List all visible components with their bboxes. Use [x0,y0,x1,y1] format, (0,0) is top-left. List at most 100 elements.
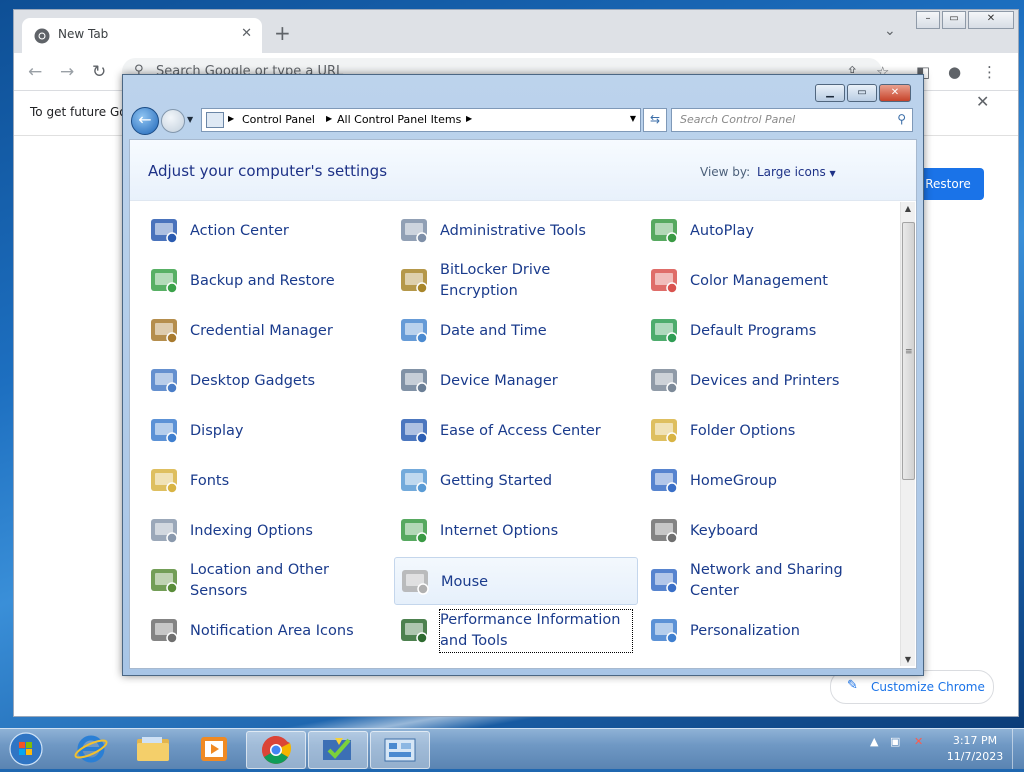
breadcrumb-arrow-icon[interactable]: ▶ [326,114,332,123]
control-panel-item[interactable]: Fonts [144,457,386,503]
taskbar: ▲ ▣ ✕ 3:17 PM 11/7/2023 [0,728,1024,769]
item-label: Default Programs [690,323,817,339]
getting-started-icon [401,469,428,494]
ease-of-access-icon [401,419,428,444]
admin-tools-icon [401,219,428,244]
cp-minimize-button[interactable]: ▁ [815,84,845,102]
infobar-close-icon[interactable]: ✕ [976,92,989,111]
fonts-folder-icon [151,469,178,494]
minimize-button[interactable]: – [916,11,940,29]
profile-avatar-icon[interactable]: ● [948,63,961,81]
reload-icon[interactable]: ↻ [92,62,106,82]
control-panel-item[interactable]: Display [144,407,386,453]
control-panel-task-icon[interactable] [370,731,430,769]
control-panel-item[interactable]: Indexing Options [144,507,386,553]
scrollbar-thumb[interactable]: ≡ [902,222,915,480]
control-panel-item[interactable]: Backup and Restore [144,257,386,303]
control-panel-item[interactable]: AutoPlay [644,207,886,253]
item-label: Ease of Access Center [440,423,601,439]
chrome-logo-icon [34,28,50,44]
view-by-value: Large icons [757,165,826,179]
breadcrumb-arrow-icon[interactable]: ▶ [466,114,472,123]
breadcrumb-all-items[interactable]: All Control Panel Items [337,113,461,126]
cp-maximize-button[interactable]: ▭ [847,84,877,102]
address-bar[interactable]: ▶ Control Panel ▶ All Control Panel Item… [201,108,641,132]
volume-muted-icon[interactable]: ✕ [914,735,923,748]
google-chrome-icon[interactable] [246,731,306,769]
address-dropdown-icon[interactable]: ▼ [630,114,636,123]
breadcrumb-arrow-icon[interactable]: ▶ [228,114,234,123]
action-center-task-icon[interactable] [308,731,368,769]
control-panel-item[interactable]: Network and Sharing Center [644,557,886,603]
item-label: Indexing Options [190,523,313,539]
scroll-down-icon[interactable]: ▼ [901,655,915,664]
control-panel-item[interactable]: Ease of Access Center [394,407,636,453]
media-player-icon[interactable] [186,731,244,767]
gadgets-icon [151,369,178,394]
clock-date: 11/7/2023 [946,750,1004,763]
tab-close-icon[interactable]: ✕ [241,26,252,41]
cp-close-button[interactable]: ✕ [879,84,911,102]
control-panel-item[interactable]: Date and Time [394,307,636,353]
control-panel-item[interactable]: Folder Options [644,407,886,453]
performance-icon [401,619,428,644]
internet-explorer-icon[interactable] [62,731,120,767]
control-panel-item[interactable]: Color Management [644,257,886,303]
item-label: Network and Sharing Center [690,562,843,599]
tab-search-chevron-icon[interactable]: ⌄ [884,23,896,39]
control-panel-item[interactable]: Default Programs [644,307,886,353]
show-desktop-button[interactable] [1012,729,1024,769]
forward-arrow-icon[interactable]: → [60,62,74,82]
scroll-up-icon[interactable]: ▲ [901,204,915,213]
clock-time: 3:17 PM [952,734,998,747]
search-control-panel-input[interactable]: Search Control Panel ⚲ [671,108,913,132]
customize-chrome-label: Customize Chrome [871,680,985,694]
recent-pages-chevron-icon[interactable]: ▼ [187,115,193,124]
control-panel-item[interactable]: Getting Started [394,457,636,503]
color-management-icon [651,269,678,294]
control-panel-item[interactable]: Mouse [394,557,638,605]
autoplay-icon [651,219,678,244]
control-panel-item[interactable]: Desktop Gadgets [144,357,386,403]
close-button[interactable]: ✕ [968,11,1014,29]
control-panel-item[interactable]: Internet Options [394,507,636,553]
control-panel-item[interactable]: Credential Manager [144,307,386,353]
network-tray-icon[interactable]: ▣ [890,735,900,748]
control-panel-item[interactable]: Notification Area Icons [144,607,386,653]
infobar-text: To get future Go [30,105,127,119]
control-panel-item[interactable]: Keyboard [644,507,886,553]
control-panel-item[interactable]: Action Center [144,207,386,253]
menu-kebab-icon[interactable]: ⋮ [982,63,997,81]
control-panel-item[interactable]: Devices and Printers [644,357,886,403]
view-by-dropdown[interactable]: Large icons ▼ [757,165,836,179]
control-panel-item[interactable]: BitLocker Drive Encryption [394,257,636,303]
control-panel-item[interactable]: Administrative Tools [394,207,636,253]
back-arrow-icon[interactable]: ← [28,62,42,82]
control-panel-item[interactable]: Personalization [644,607,886,653]
control-panel-item[interactable]: HomeGroup [644,457,886,503]
vertical-scrollbar[interactable]: ▲ ≡ ▼ [900,202,915,666]
search-icon[interactable]: ⚲ [897,112,906,126]
file-explorer-icon[interactable] [124,731,182,767]
item-label: Device Manager [440,373,558,389]
keyboard-icon [651,519,678,544]
item-label: Color Management [690,273,828,289]
control-panel-items-grid: Action Center Administrative Tools AutoPla… [130,202,900,666]
tab-new-tab[interactable]: New Tab ✕ [22,18,262,53]
new-tab-button[interactable]: + [274,23,291,43]
show-hidden-icons-icon[interactable]: ▲ [870,735,878,748]
item-label: Credential Manager [190,323,333,339]
item-label: Fonts [190,473,230,489]
maximize-button[interactable]: ▭ [942,11,966,29]
control-panel-item[interactable]: Device Manager [394,357,636,403]
control-panel-item[interactable]: Performance Information and Tools [394,607,636,653]
refresh-button[interactable]: ⇆ [643,108,667,132]
chrome-window-controls: – ▭ ✕ [916,10,1018,29]
control-panel-item[interactable]: Location and Other Sensors [144,557,386,603]
back-button[interactable]: ← [131,107,159,135]
system-clock[interactable]: 3:17 PM 11/7/2023 [940,733,1010,765]
breadcrumb-control-panel[interactable]: Control Panel [242,113,315,126]
forward-button[interactable] [161,109,185,133]
start-button[interactable] [4,729,46,769]
item-label: Backup and Restore [190,273,335,289]
